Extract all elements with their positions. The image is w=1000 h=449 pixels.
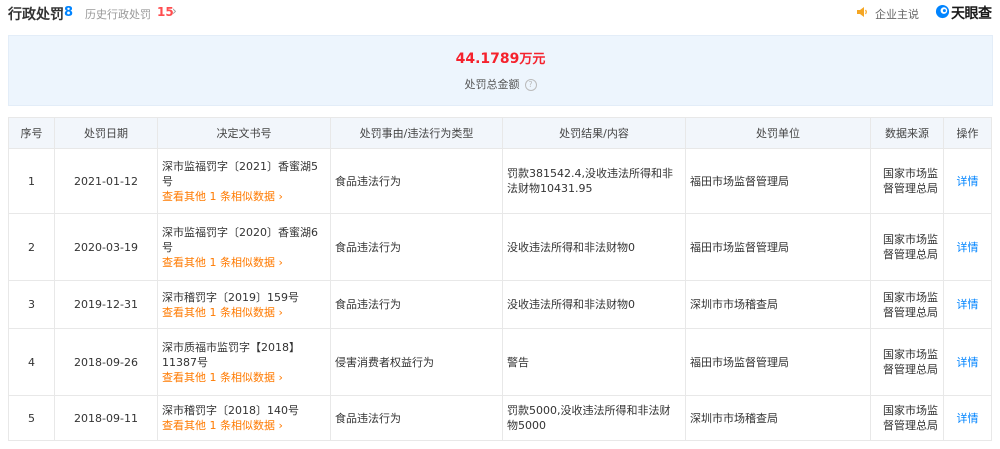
header-action: 操作 xyxy=(943,117,992,149)
row-reason: 食品违法行为 xyxy=(330,395,503,441)
section-header: 行政处罚 8 历史行政处罚 15 › 企业主说 天眼查 xyxy=(0,0,1000,24)
similar-data-link[interactable]: 查看其他 1 条相似数据 › xyxy=(162,305,326,320)
row-source: 国家市场监督管理总局 xyxy=(883,348,938,376)
row-doc-number: 深市稽罚字〔2018〕140号 xyxy=(162,404,299,417)
speaker-icon xyxy=(857,7,867,17)
row-date: 2021-01-12 xyxy=(54,148,158,214)
row-doc-cell: 深市监福罚字〔2020〕香蜜湖6号 查看其他 1 条相似数据 › xyxy=(157,213,331,281)
row-doc-number: 深市监福罚字〔2021〕香蜜湖5号 xyxy=(162,159,318,188)
row-result: 警告 xyxy=(502,328,686,396)
table-row: 4 2018-09-26 深市质福市监罚字【2018】11387号 查看其他 1 … xyxy=(8,328,992,396)
row-doc-number: 深市质福市监罚字【2018】11387号 xyxy=(162,340,300,369)
row-reason: 侵害消费者权益行为 xyxy=(330,328,503,396)
row-action-cell: 详情 xyxy=(943,328,992,396)
detail-link[interactable]: 详情 xyxy=(957,412,979,425)
row-authority: 福田市场监督管理局 xyxy=(685,328,871,396)
row-action-cell: 详情 xyxy=(943,213,992,281)
total-amount-label-text: 处罚总金额 xyxy=(464,78,520,91)
penalty-table: 序号 处罚日期 决定文书号 处罚事由/违法行为类型 处罚结果/内容 处罚单位 数… xyxy=(8,117,992,441)
total-amount-value: 44.1789 xyxy=(455,51,520,67)
row-source: 国家市场监督管理总局 xyxy=(883,167,938,195)
total-amount-label: 处罚总金额? xyxy=(9,76,992,92)
row-source: 国家市场监督管理总局 xyxy=(883,233,938,261)
similar-data-link[interactable]: 查看其他 1 条相似数据 › xyxy=(162,370,326,385)
total-amount: 44.1789万元 xyxy=(9,48,992,67)
row-action-cell: 详情 xyxy=(943,395,992,441)
header-result: 处罚结果/内容 xyxy=(502,117,686,149)
row-index: 2 xyxy=(8,213,55,281)
history-penalty-link[interactable]: 历史行政处罚 xyxy=(85,6,151,22)
table-row: 3 2019-12-31 深市稽罚字〔2019〕159号 查看其他 1 条相似数据… xyxy=(8,280,992,329)
row-index: 4 xyxy=(8,328,55,396)
row-doc-cell: 深市监福罚字〔2021〕香蜜湖5号 查看其他 1 条相似数据 › xyxy=(157,148,331,214)
row-source-cell: 国家市场监督管理总局 xyxy=(870,148,944,214)
chevron-right-icon: › xyxy=(172,4,177,18)
row-reason: 食品违法行为 xyxy=(330,280,503,329)
row-authority: 福田市场监督管理局 xyxy=(685,213,871,281)
row-authority: 深圳市市场稽查局 xyxy=(685,395,871,441)
row-doc-cell: 深市质福市监罚字【2018】11387号 查看其他 1 条相似数据 › xyxy=(157,328,331,396)
row-index: 5 xyxy=(8,395,55,441)
row-result: 罚款381542.4,没收违法所得和非法财物10431.95 xyxy=(502,148,686,214)
row-index: 3 xyxy=(8,280,55,329)
penalty-summary: 44.1789万元 处罚总金额? xyxy=(8,35,993,106)
detail-link[interactable]: 详情 xyxy=(957,356,979,369)
row-action-cell: 详情 xyxy=(943,280,992,329)
row-result: 罚款5000,没收违法所得和非法财物5000 xyxy=(502,395,686,441)
row-source-cell: 国家市场监督管理总局 xyxy=(870,213,944,281)
brand-name: 天眼查 xyxy=(951,6,992,22)
help-icon[interactable]: ? xyxy=(524,79,537,91)
table-row: 1 2021-01-12 深市监福罚字〔2021〕香蜜湖5号 查看其他 1 条相似… xyxy=(8,148,992,214)
row-date: 2018-09-26 xyxy=(54,328,158,396)
header-authority: 处罚单位 xyxy=(685,117,871,149)
header-date: 处罚日期 xyxy=(54,117,158,149)
header-source: 数据来源 xyxy=(870,117,944,149)
row-doc-cell: 深市稽罚字〔2019〕159号 查看其他 1 条相似数据 › xyxy=(157,280,331,329)
header-index: 序号 xyxy=(8,117,55,149)
row-date: 2018-09-11 xyxy=(54,395,158,441)
total-amount-unit: 万元 xyxy=(519,52,546,67)
row-reason: 食品违法行为 xyxy=(330,148,503,214)
row-authority: 福田市场监督管理局 xyxy=(685,148,871,214)
table-header-row: 序号 处罚日期 决定文书号 处罚事由/违法行为类型 处罚结果/内容 处罚单位 数… xyxy=(8,117,992,149)
row-doc-cell: 深市稽罚字〔2018〕140号 查看其他 1 条相似数据 › xyxy=(157,395,331,441)
row-doc-number: 深市监福罚字〔2020〕香蜜湖6号 xyxy=(162,225,318,254)
row-reason: 食品违法行为 xyxy=(330,213,503,281)
row-doc-number: 深市稽罚字〔2019〕159号 xyxy=(162,290,299,304)
section-title: 行政处罚 xyxy=(8,7,64,23)
row-result: 没收违法所得和非法财物0 xyxy=(502,213,686,281)
table-row: 2 2020-03-19 深市监福罚字〔2020〕香蜜湖6号 查看其他 1 条相似… xyxy=(8,213,992,281)
header-reason: 处罚事由/违法行为类型 xyxy=(330,117,503,149)
row-date: 2019-12-31 xyxy=(54,280,158,329)
section-count: 8 xyxy=(64,5,74,20)
enterprise-say-link[interactable]: 企业主说 xyxy=(875,6,919,22)
row-source-cell: 国家市场监督管理总局 xyxy=(870,328,944,396)
row-source-cell: 国家市场监督管理总局 xyxy=(870,280,944,329)
detail-link[interactable]: 详情 xyxy=(957,175,979,188)
similar-data-link[interactable]: 查看其他 1 条相似数据 › xyxy=(162,189,326,204)
row-source: 国家市场监督管理总局 xyxy=(883,290,938,319)
row-result: 没收违法所得和非法财物0 xyxy=(502,280,686,329)
similar-data-link[interactable]: 查看其他 1 条相似数据 › xyxy=(162,255,326,270)
tianyancha-logo-icon xyxy=(935,4,950,19)
row-source: 国家市场监督管理总局 xyxy=(883,404,938,432)
detail-link[interactable]: 详情 xyxy=(957,298,979,311)
row-action-cell: 详情 xyxy=(943,148,992,214)
similar-data-link[interactable]: 查看其他 1 条相似数据 › xyxy=(162,418,326,433)
row-source-cell: 国家市场监督管理总局 xyxy=(870,395,944,441)
table-row: 5 2018-09-11 深市稽罚字〔2018〕140号 查看其他 1 条相似数据… xyxy=(8,395,992,441)
header-doc-number: 决定文书号 xyxy=(157,117,331,149)
row-index: 1 xyxy=(8,148,55,214)
row-authority: 深圳市市场稽查局 xyxy=(685,280,871,329)
row-date: 2020-03-19 xyxy=(54,213,158,281)
detail-link[interactable]: 详情 xyxy=(957,241,979,254)
